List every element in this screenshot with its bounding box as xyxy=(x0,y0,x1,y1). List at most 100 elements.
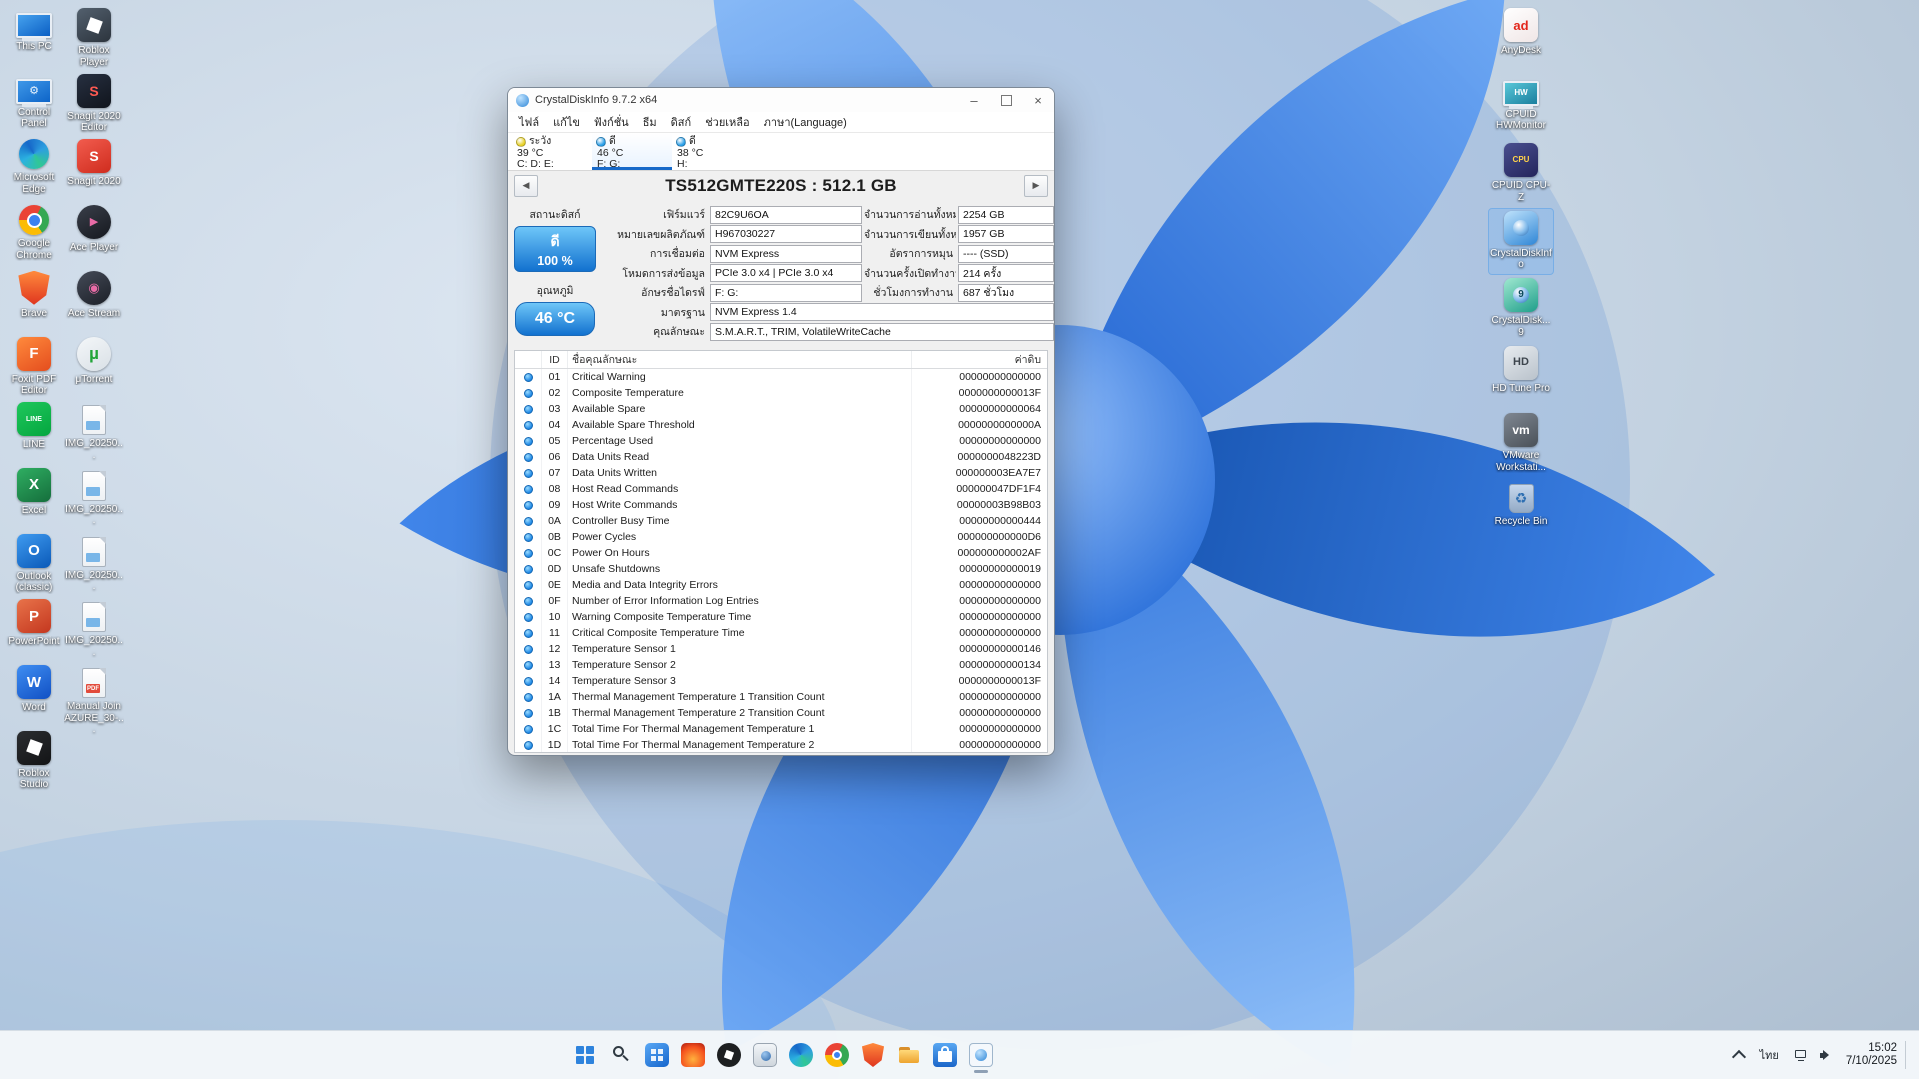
desktop-icon-crystaldiskinfo[interactable]: CrystalDiskInfo xyxy=(1488,207,1554,275)
desktop-icon-roblox-player[interactable]: Roblox Player xyxy=(64,6,124,71)
taskbar-blue-tiles-button[interactable] xyxy=(640,1035,674,1075)
snagit-2020-glyph: S xyxy=(89,148,99,165)
desktop-icon-snagit-2020[interactable]: S Snagit 2020 xyxy=(64,137,124,191)
field-value: ---- (SSD) xyxy=(958,244,1054,263)
desktop-icon-image-file[interactable]: IMG_20250... xyxy=(64,597,124,661)
smart-attr-raw-value: 00000000000000 xyxy=(911,577,1047,593)
show-desktop-button[interactable] xyxy=(1905,1040,1911,1070)
desktop-icon-foxit-pdf-editor[interactable]: F Foxit PDF Editor xyxy=(4,335,64,400)
drive-detail-fields: เฟิร์มแวร์ 82C9U6OAจำนวนการอ่านทั้งหมด225… xyxy=(596,205,1054,346)
hd-tune-pro-icon: HD xyxy=(1504,345,1538,380)
taskbar-roblox-button[interactable] xyxy=(712,1035,746,1075)
network-icon[interactable] xyxy=(1793,1047,1809,1063)
desktop-icon-snagit-2020-editor[interactable]: S Snagit 2020 Editor xyxy=(64,72,124,137)
smart-row-1A: 1A Thermal Management Temperature 1 Trans… xyxy=(515,689,1047,705)
smart-row-01: 01 Critical Warning 00000000000000 xyxy=(515,369,1047,385)
language-indicator[interactable]: ไทย xyxy=(1760,1046,1779,1064)
smart-status-dot-cell xyxy=(515,481,541,497)
desktop-icon-cpuid-hwmonitor[interactable]: HW CPUID HWMonitor xyxy=(1489,74,1553,135)
crystaldiskmark-glyph: 9 xyxy=(1518,289,1524,300)
menu-function[interactable]: ฟังก์ชั่น xyxy=(587,111,636,133)
smart-row-1D: 1D Total Time For Thermal Management Temp… xyxy=(515,737,1047,752)
taskbar-flame-button[interactable] xyxy=(676,1035,710,1075)
desktop-icon-brave[interactable]: Brave xyxy=(4,269,64,323)
volume-icon[interactable] xyxy=(1818,1047,1834,1063)
field-label: จำนวนการอ่านทั้งหมด xyxy=(864,209,956,222)
outlook-classic-icon: O xyxy=(17,533,51,568)
desktop-icon-image-file[interactable]: IMG_20250... xyxy=(64,400,124,464)
desktop-icon-excel[interactable]: X Excel xyxy=(4,466,64,520)
close-button[interactable]: × xyxy=(1022,88,1054,112)
taskbar-start-button[interactable] xyxy=(568,1035,602,1075)
taskbar-brave-button[interactable] xyxy=(856,1035,890,1075)
google-chrome-icon xyxy=(19,205,49,236)
field-label: คุณลักษณะ xyxy=(653,326,705,339)
snagit-2020-editor-icon: S xyxy=(77,73,111,108)
desktop-icon-ace-stream[interactable]: ◉ Ace Stream xyxy=(64,269,124,323)
drive-tab-1[interactable]: ดี 46 °C F: G: xyxy=(592,133,672,170)
desktop-icon-google-chrome[interactable]: Google Chrome xyxy=(4,203,64,264)
desktop-icon-anydesk[interactable]: ad AnyDesk xyxy=(1489,6,1553,60)
taskbar-camera-button[interactable] xyxy=(748,1035,782,1075)
desktop-icon-powerpoint[interactable]: P PowerPoint xyxy=(4,597,64,651)
menu-file[interactable]: ไฟล์ xyxy=(512,111,546,133)
temperature-box[interactable]: 46 °C xyxy=(515,302,595,336)
desktop-icon-ace-player[interactable]: ▶ Ace Player xyxy=(64,203,124,257)
smart-status-dot xyxy=(523,692,533,702)
minimize-button[interactable]: – xyxy=(958,88,990,112)
desktop-icon-outlook-classic[interactable]: O Outlook (classic) xyxy=(4,532,64,597)
drive-tab-0[interactable]: ระวัง 39 °C C: D: E: xyxy=(512,133,592,170)
desktop-icon-hd-tune-pro[interactable]: HD HD Tune Pro xyxy=(1489,344,1553,398)
window-titlebar[interactable]: CrystalDiskInfo 9.7.2 x64 – × xyxy=(508,88,1054,112)
desktop-icon-label: Brave xyxy=(20,307,48,319)
desktop-icon-line[interactable]: LINE LINE xyxy=(4,400,64,454)
desktop-icon-crystaldiskmark[interactable]: 9 CrystalDisk...9 xyxy=(1489,276,1553,341)
desktop-icon-this-pc[interactable]: This PC xyxy=(4,6,64,56)
drive-letters: C: D: E: xyxy=(517,158,554,170)
desktop-icon-roblox-studio[interactable]: Roblox Studio xyxy=(4,729,64,794)
drive-health-dot xyxy=(516,136,526,147)
menu-disk[interactable]: ดิสก์ xyxy=(664,111,699,133)
smart-status-dot-cell xyxy=(515,689,541,705)
desktop-icon-utorrent[interactable]: µ μTorrent xyxy=(64,335,124,389)
recycle-bin-icon: ♻ xyxy=(1508,483,1534,513)
desktop-icon-word[interactable]: W Word xyxy=(4,663,64,717)
desktop-icon-vmware-workstation[interactable]: vm VMware Workstati... xyxy=(1489,411,1553,476)
microsoft-edge-icon xyxy=(19,139,49,170)
desktop-icon-recycle-bin[interactable]: ♻ Recycle Bin xyxy=(1489,479,1553,531)
roblox-player-icon xyxy=(77,8,111,42)
smart-status-dot-cell xyxy=(515,401,541,417)
taskbar-edge-button[interactable] xyxy=(784,1035,818,1075)
taskbar-store-button[interactable] xyxy=(928,1035,962,1075)
line-glyph: LINE xyxy=(26,415,42,423)
menu-edit[interactable]: แก้ไข xyxy=(546,111,587,133)
smart-status-dot-cell xyxy=(515,545,541,561)
desktop-icon-cpuid-cpu-z[interactable]: CPU CPUID CPU-Z xyxy=(1489,141,1553,206)
desktop-icon-label: Manual Join AZURE_30-... xyxy=(64,701,124,735)
tray-icon-group[interactable] xyxy=(1793,1047,1834,1063)
desktop-icon-control-panel[interactable]: ⚙ Control Panel xyxy=(4,72,64,133)
desktop-icon-microsoft-edge[interactable]: Microsoft Edge xyxy=(4,137,64,198)
taskbar-explorer-button[interactable] xyxy=(892,1035,926,1075)
maximize-button[interactable] xyxy=(990,88,1022,112)
desktop-icon-image-file[interactable]: IMG_20250... xyxy=(64,532,124,596)
taskbar-crystaldiskinfo-button[interactable] xyxy=(964,1035,998,1075)
clock[interactable]: 15:02 7/10/2025 xyxy=(1846,1042,1897,1069)
taskbar-search-button[interactable] xyxy=(604,1035,638,1075)
taskbar-chrome-button[interactable] xyxy=(820,1035,854,1075)
desktop-icon-label: CPUID HWMonitor xyxy=(1495,108,1546,132)
desktop-icon-label: AnyDesk xyxy=(1500,45,1541,56)
next-drive-button[interactable]: ▶ xyxy=(1024,174,1048,197)
smart-attr-name: Percentage Used xyxy=(567,433,911,449)
menu-theme[interactable]: ธีม xyxy=(636,111,664,133)
desktop-icon-image-file[interactable]: IMG_20250... xyxy=(64,466,124,530)
tray-chevron-icon[interactable] xyxy=(1731,1049,1746,1065)
menu-language[interactable]: ภาษา(Language) xyxy=(757,111,854,133)
health-status-box[interactable]: ดี 100 % xyxy=(514,226,596,272)
cpuid-hwmonitor-glyph: HW xyxy=(1514,88,1528,97)
menu-help[interactable]: ช่วยเหลือ xyxy=(698,111,756,133)
prev-drive-button[interactable]: ◀ xyxy=(514,174,538,197)
drive-tab-2[interactable]: ดี 38 °C H: xyxy=(672,133,752,170)
desktop-icon-pdf-file[interactable]: PDF Manual Join AZURE_30-... xyxy=(64,663,124,739)
smart-status-dot xyxy=(523,596,533,606)
